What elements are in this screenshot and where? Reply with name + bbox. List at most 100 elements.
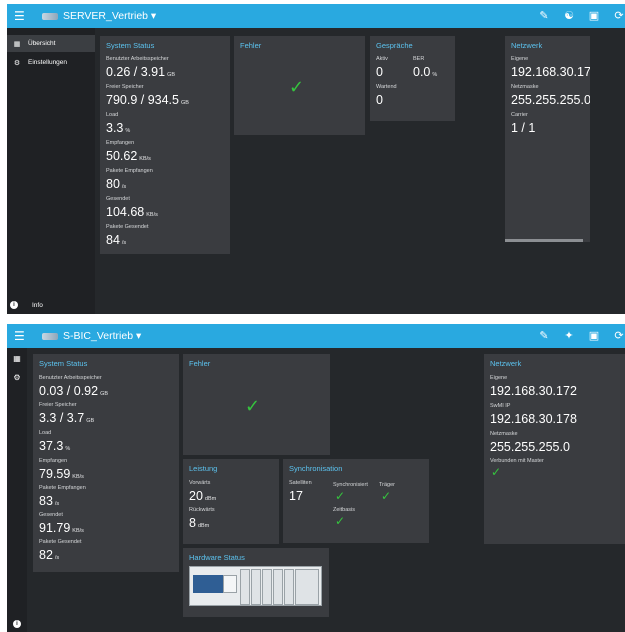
hardware-module-display xyxy=(193,575,223,593)
edit-icon[interactable]: ✎ xyxy=(538,329,550,343)
wartend-value: 0 xyxy=(376,93,383,107)
server-selector[interactable]: SERVER_Vertrieb ▾ xyxy=(63,10,156,22)
stat-value: 84/s xyxy=(106,233,127,247)
stat-label: Gesendet xyxy=(106,196,130,202)
hardware-slot xyxy=(284,569,294,605)
card-title: Hardware Status xyxy=(189,553,245,562)
stat-value: 83/s xyxy=(39,494,60,508)
vorwaerts-value: 20 dBm xyxy=(189,489,217,503)
info-label: Info xyxy=(32,301,43,309)
netzmaske-label: Netzmaske xyxy=(490,431,518,437)
horizontal-scrollbar[interactable] xyxy=(505,239,583,242)
info-icon: i xyxy=(10,301,18,309)
stat-value: 80/s xyxy=(106,177,127,191)
stat-label: Pakete Empfangen xyxy=(39,485,86,491)
logout-icon[interactable]: ▣ xyxy=(588,329,600,343)
gear-icon[interactable]: ⚙ xyxy=(11,372,23,384)
rueckwaerts-value: 8 dBm xyxy=(189,516,210,530)
synchronisiert-label: Synchronisiert xyxy=(333,482,368,488)
sidebar-item-einstellungen[interactable]: ⚙ Einstellungen xyxy=(7,54,95,71)
hardware-chassis-image[interactable] xyxy=(189,566,322,606)
dashboard-icon[interactable]: ▦ xyxy=(11,353,23,365)
stat-label: Empfangen xyxy=(106,140,135,146)
fehler-card: Fehler ✓ xyxy=(234,36,365,135)
system-status-card: System Status Benutzter Arbeitsspeicher … xyxy=(33,354,179,572)
logout-icon[interactable]: ▣ xyxy=(588,9,600,23)
hardware-slot xyxy=(240,569,250,605)
stat-label: Pakete Gesendet xyxy=(39,539,82,545)
system-status-card: System Status Benutzter Arbeitsspeicher … xyxy=(100,36,230,254)
aktiv-value: 0 xyxy=(376,65,383,79)
master-label: Verbunden mit Master xyxy=(490,458,544,464)
stat-label: Load xyxy=(106,112,119,118)
stat-value: 50.62 KB/s xyxy=(106,149,151,163)
stat-value: 79.59 KB/s xyxy=(39,467,84,481)
stat-value: 104.68 KB/s xyxy=(106,205,158,219)
sidebar-collapsed: ▦ ⚙ i xyxy=(7,348,27,632)
eigene-value: 192.168.30.172 xyxy=(490,384,577,398)
refresh-icon[interactable]: ⟳ xyxy=(613,329,625,343)
netzmaske-label: Netzmaske xyxy=(511,84,539,90)
stat-label: Freier Speicher xyxy=(39,402,77,408)
device-logo-icon xyxy=(42,333,58,340)
stat-label: Pakete Empfangen xyxy=(106,168,153,174)
server-name: S-BIC_Vertrieb xyxy=(63,330,134,342)
card-title: Netzwerk xyxy=(511,41,543,50)
netzmaske-value: 255.255.255.0 xyxy=(490,440,570,454)
wifi-icon[interactable]: ☯ xyxy=(563,9,575,23)
card-title: Netzwerk xyxy=(490,359,522,368)
toolbar-icons: ✎ ☯ ▣ ⟳ xyxy=(538,9,625,23)
check-icon: ✓ xyxy=(245,396,261,416)
stat-value: 790.9 / 934.5 GB xyxy=(106,93,189,107)
toolbar-icons: ✎ ✦ ▣ ⟳ xyxy=(538,329,625,343)
card-title: Synchronisation xyxy=(289,464,343,473)
swmi-label: SwMI IP xyxy=(490,403,511,409)
menu-icon[interactable]: ☰ xyxy=(14,330,25,342)
dashboard-screen-server: ☰ SERVER_Vertrieb ▾ ✎ ☯ ▣ ⟳ ▦ Übersicht … xyxy=(7,4,625,314)
satellite-icon[interactable]: ✦ xyxy=(563,329,575,343)
traeger-label: Träger xyxy=(379,482,395,488)
stat-label: Benutzter Arbeitsspeicher xyxy=(106,56,169,62)
dashboard-screen-sbic: ☰ S-BIC_Vertrieb ▾ ✎ ✦ ▣ ⟳ ▦ ⚙ i System … xyxy=(7,324,625,632)
satelliten-label: Satelliten xyxy=(289,480,312,486)
dashboard-icon: ▦ xyxy=(13,40,21,48)
zeitbasis-check-icon: ✓ xyxy=(335,514,346,528)
stat-label: Freier Speicher xyxy=(106,84,144,90)
menu-icon[interactable]: ☰ xyxy=(14,10,25,22)
sidebar-item-label: Einstellungen xyxy=(28,59,68,66)
device-logo-icon xyxy=(42,13,58,20)
server-name: SERVER_Vertrieb xyxy=(63,10,149,22)
carrier-value: 1 / 1 xyxy=(511,121,536,135)
info-icon[interactable]: i xyxy=(13,620,21,628)
fehler-card: Fehler ✓ xyxy=(183,354,330,455)
aktiv-label: Aktiv xyxy=(376,56,388,62)
netzwerk-card: Netzwerk Eigene 192.168.30.172 Netzmaske… xyxy=(505,36,590,242)
stat-value: 37.3% xyxy=(39,439,71,453)
sidebar-item-uebersicht[interactable]: ▦ Übersicht xyxy=(7,35,95,52)
hardware-status-card: Hardware Status xyxy=(183,548,329,617)
hardware-slot xyxy=(273,569,283,605)
server-selector[interactable]: S-BIC_Vertrieb ▾ xyxy=(63,330,141,342)
leistung-card: Leistung Vorwärts 20 dBm Rückwärts 8 dBm xyxy=(183,459,279,544)
stat-value: 82/s xyxy=(39,548,60,562)
hardware-slot xyxy=(251,569,261,605)
stat-value: 91.79 KB/s xyxy=(39,521,84,535)
stat-label: Benutzter Arbeitsspeicher xyxy=(39,375,102,381)
netzmaske-value: 255.255.255.0 xyxy=(511,93,590,107)
stat-value: 0.03 / 0.92 GB xyxy=(39,384,109,398)
card-title: Gespräche xyxy=(376,41,413,50)
gespraeche-card: Gespräche Aktiv 0 BER 0.0% Wartend 0 xyxy=(370,36,455,121)
carrier-label: Carrier xyxy=(511,112,528,118)
ber-label: BER xyxy=(413,56,425,62)
refresh-icon[interactable]: ⟳ xyxy=(613,9,625,23)
hardware-module xyxy=(223,575,237,593)
satelliten-value: 17 xyxy=(289,489,303,503)
gear-icon: ⚙ xyxy=(13,59,21,67)
hardware-slot xyxy=(295,569,319,605)
top-bar: ☰ S-BIC_Vertrieb ▾ ✎ ✦ ▣ ⟳ xyxy=(7,324,625,348)
edit-icon[interactable]: ✎ xyxy=(538,9,550,23)
stat-value: 3.3 / 3.7 GB xyxy=(39,411,95,425)
info-link[interactable]: i Info xyxy=(10,300,43,310)
eigene-label: Eigene xyxy=(511,56,529,62)
synchronisation-card: Synchronisation Satelliten 17 Synchronis… xyxy=(283,459,429,543)
